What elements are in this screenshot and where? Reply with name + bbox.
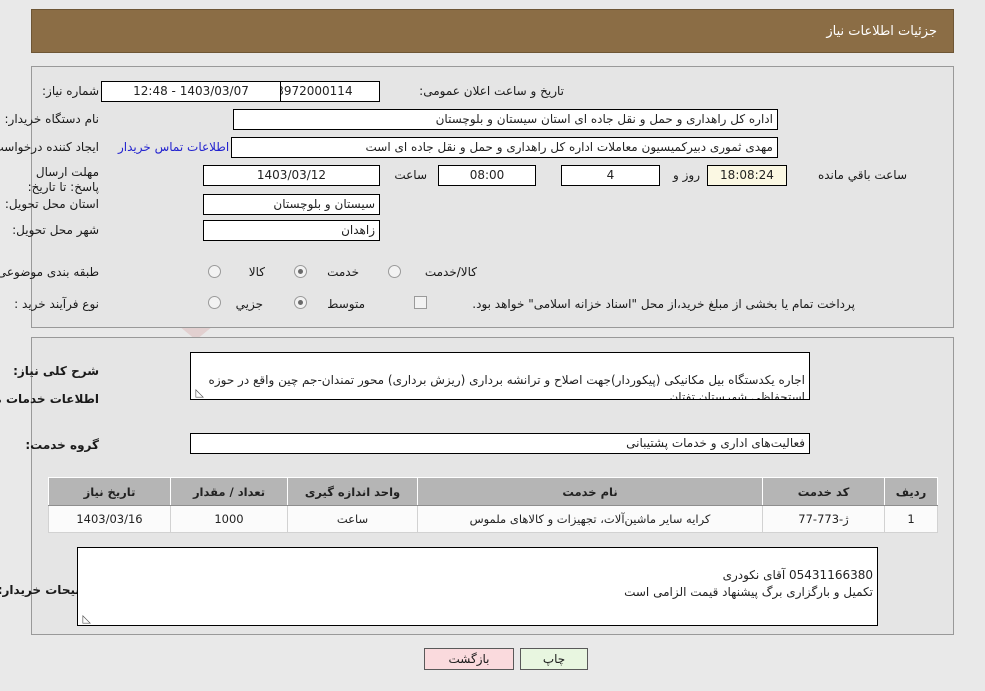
buyer-org-value: اداره کل راهداری و حمل و نقل جاده ای است… xyxy=(233,109,778,130)
print-button[interactable]: چاپ xyxy=(520,648,588,670)
delivery-province-value: سیستان و بلوچستان xyxy=(203,194,380,215)
radio-process-motevaset-label: متوسط xyxy=(327,297,365,311)
services-table: ردیف کد خدمت نام خدمت واحد اندازه گیری ت… xyxy=(48,477,938,533)
cell-service-name: کرایه سایر ماشین‌آلات، تجهیزات و کالاهای… xyxy=(417,505,763,533)
back-button[interactable]: بازگشت xyxy=(424,648,514,670)
resize-grip-icon[interactable]: ◺ xyxy=(194,387,204,398)
radio-category-kala-label: کالا xyxy=(248,265,265,279)
cell-service-code: ژ-773-77 xyxy=(762,505,885,533)
radio-category-kala[interactable] xyxy=(208,265,221,278)
page-title: جزئیات اطلاعات نیاز xyxy=(826,24,937,39)
radio-category-khedmat-label: خدمت xyxy=(327,265,359,279)
need-number-label: شماره نیاز: xyxy=(42,84,99,98)
subject-category-label: طبقه بندی موضوعی: xyxy=(0,265,99,279)
radio-process-motevaset[interactable] xyxy=(294,296,307,309)
deadline-hour-label: ساعت xyxy=(394,168,427,182)
general-description-textarea[interactable]: اجاره یکدستگاه بیل مکانیکی (پیکوردار)جهت… xyxy=(190,352,810,400)
buyer-notes-value: 05431166380 آقای نکودری تکمیل و بارگزاری… xyxy=(624,568,873,599)
purchase-process-label: نوع فرآیند خرید : xyxy=(14,297,99,311)
table-header-row: ردیف کد خدمت نام خدمت واحد اندازه گیری ت… xyxy=(48,477,938,506)
delivery-province-label: استان محل تحویل: xyxy=(4,197,99,211)
radio-process-jozei-label: جزیي xyxy=(235,297,263,311)
deadline-time-value: 08:00 xyxy=(438,165,536,186)
request-creator-label: ایجاد کننده درخواست: xyxy=(0,140,99,154)
radio-category-khedmat[interactable] xyxy=(294,265,307,278)
general-description-value: اجاره یکدستگاه بیل مکانیکی (پیکوردار)جهت… xyxy=(208,373,805,400)
cell-quantity: 1000 xyxy=(170,505,288,533)
col-header-need-date: تاریخ نیاز xyxy=(48,477,171,506)
remaining-time-value: 18:08:24 xyxy=(707,165,787,186)
buyer-org-label: نام دستگاه خریدار: xyxy=(4,112,100,126)
cell-unit: ساعت xyxy=(287,505,418,533)
announce-datetime-label: تاریخ و ساعت اعلان عمومی: xyxy=(419,84,564,98)
request-creator-value: مهدی ثموری دبیرکمیسیون معاملات اداره کل … xyxy=(231,137,778,158)
col-header-service-code: کد خدمت xyxy=(762,477,885,506)
announce-datetime-value: 1403/03/07 - 12:48 xyxy=(101,81,281,102)
col-header-quantity: تعداد / مقدار xyxy=(170,477,288,506)
cell-need-date: 1403/03/16 xyxy=(48,505,171,533)
resize-grip-icon-notes[interactable]: ◺ xyxy=(81,613,91,624)
checkbox-islamic-treasury-bonds-label: پرداخت تمام یا بخشی از مبلغ خرید،از محل … xyxy=(472,297,855,311)
col-header-unit: واحد اندازه گیری xyxy=(287,477,418,506)
general-description-label: شرح کلی نیاز: xyxy=(13,364,99,378)
buyer-contact-link[interactable]: اطلاعات تماس خریدار xyxy=(118,140,229,154)
deadline-label: مهلت ارسال پاسخ: تا تاریخ: xyxy=(27,165,99,194)
radio-process-jozei[interactable] xyxy=(208,296,221,309)
services-section-heading: اطلاعات خدمات مورد نیاز xyxy=(0,392,99,406)
radio-category-kala-khedmat-label: کالا/خدمت xyxy=(424,265,477,279)
page-header-bar: جزئیات اطلاعات نیاز xyxy=(31,9,954,53)
col-header-service-name: نام خدمت xyxy=(417,477,763,506)
deadline-date-value: 1403/03/12 xyxy=(203,165,380,186)
radio-category-kala-khedmat[interactable] xyxy=(388,265,401,278)
table-row[interactable]: 1 ژ-773-77 کرایه سایر ماشین‌آلات، تجهیزا… xyxy=(48,505,938,533)
service-group-value: فعالیت‌های اداری و خدمات پشتیبانی xyxy=(190,433,810,454)
remaining-days-value: 4 xyxy=(561,165,660,186)
buyer-notes-textarea[interactable]: 05431166380 آقای نکودری تکمیل و بارگزاری… xyxy=(77,547,878,626)
service-group-label: گروه خدمت: xyxy=(25,438,99,452)
need-info-panel xyxy=(31,66,954,328)
delivery-city-label: شهر محل تحویل: xyxy=(12,223,99,237)
checkbox-islamic-treasury-bonds[interactable] xyxy=(414,296,427,309)
delivery-city-value: زاهدان xyxy=(203,220,380,241)
remaining-time-label: ساعت باقي مانده xyxy=(817,168,907,182)
col-header-row-no: ردیف xyxy=(884,477,938,506)
remaining-days-label: روز و xyxy=(673,168,700,182)
cell-row-no: 1 xyxy=(884,505,938,533)
